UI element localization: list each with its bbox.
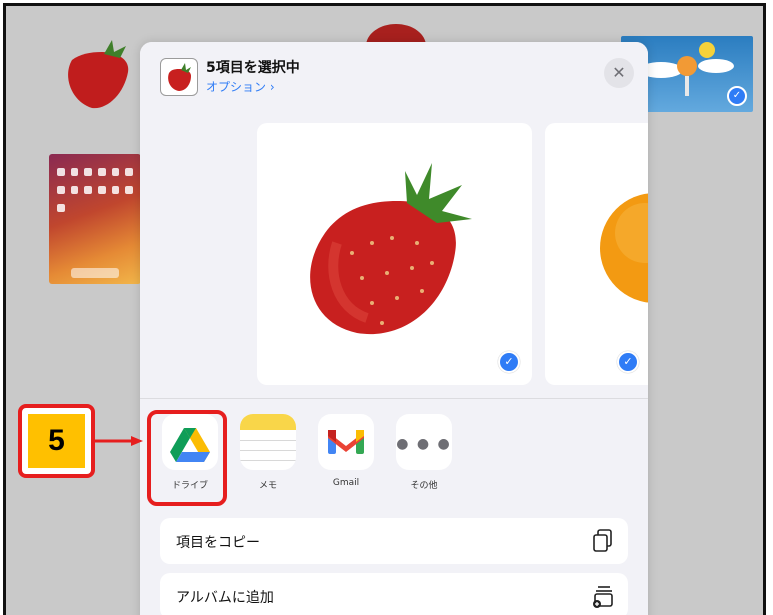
share-app-gmail[interactable]: Gmail bbox=[316, 414, 376, 488]
preview-card-strawberry[interactable]: ✓ bbox=[257, 123, 532, 385]
selection-thumbnail bbox=[160, 58, 198, 96]
share-sheet-header: 5項目を選択中 オプション › ✕ bbox=[140, 42, 648, 111]
selected-check-icon: ✓ bbox=[498, 351, 520, 373]
share-app-memo[interactable]: メモ bbox=[238, 414, 298, 491]
more-icon: ● ● ● bbox=[396, 414, 452, 470]
action-label: 項目をコピー bbox=[176, 535, 260, 551]
notes-icon bbox=[240, 414, 296, 470]
background-photo-strawberry[interactable] bbox=[52, 32, 138, 112]
action-add-to-album[interactable]: アルバムに追加 bbox=[160, 573, 628, 615]
share-app-label: メモ bbox=[258, 481, 277, 491]
background-photo-ipad-screenshot[interactable] bbox=[49, 154, 141, 284]
options-link[interactable]: オプション › bbox=[206, 78, 275, 95]
selection-count-title: 5項目を選択中 bbox=[206, 60, 300, 76]
share-app-label: Gmail bbox=[332, 478, 360, 488]
section-divider bbox=[140, 398, 648, 399]
share-sheet: 5項目を選択中 オプション › ✕ ✓ ✓ ドライブ メモ Gmail ● ● … bbox=[140, 42, 648, 615]
step-number-callout: 5 bbox=[18, 404, 95, 478]
action-label: アルバムに追加 bbox=[176, 590, 274, 606]
share-app-label: その他 bbox=[410, 481, 438, 491]
share-app-more[interactable]: ● ● ● その他 bbox=[394, 414, 454, 491]
selected-check-icon: ✓ bbox=[617, 351, 639, 373]
gmail-icon bbox=[318, 414, 374, 470]
add-to-album-icon bbox=[592, 583, 614, 609]
preview-card-orange[interactable]: ✓ bbox=[545, 123, 648, 385]
pointer-arrow bbox=[95, 436, 143, 446]
action-copy-items[interactable]: 項目をコピー bbox=[160, 518, 628, 564]
selected-check-icon: ✓ bbox=[727, 86, 747, 106]
copy-icon bbox=[592, 528, 614, 554]
close-icon: ✕ bbox=[612, 63, 626, 82]
step-number: 5 bbox=[28, 414, 85, 468]
screen-frame: ✓ 5項目を選択中 オプション › ✕ ✓ ✓ ドライブ メモ Gmail ● … bbox=[3, 3, 766, 615]
close-button[interactable]: ✕ bbox=[604, 58, 634, 88]
selected-items-carousel[interactable]: ✓ ✓ bbox=[140, 110, 648, 400]
drive-highlight-box bbox=[147, 410, 227, 506]
